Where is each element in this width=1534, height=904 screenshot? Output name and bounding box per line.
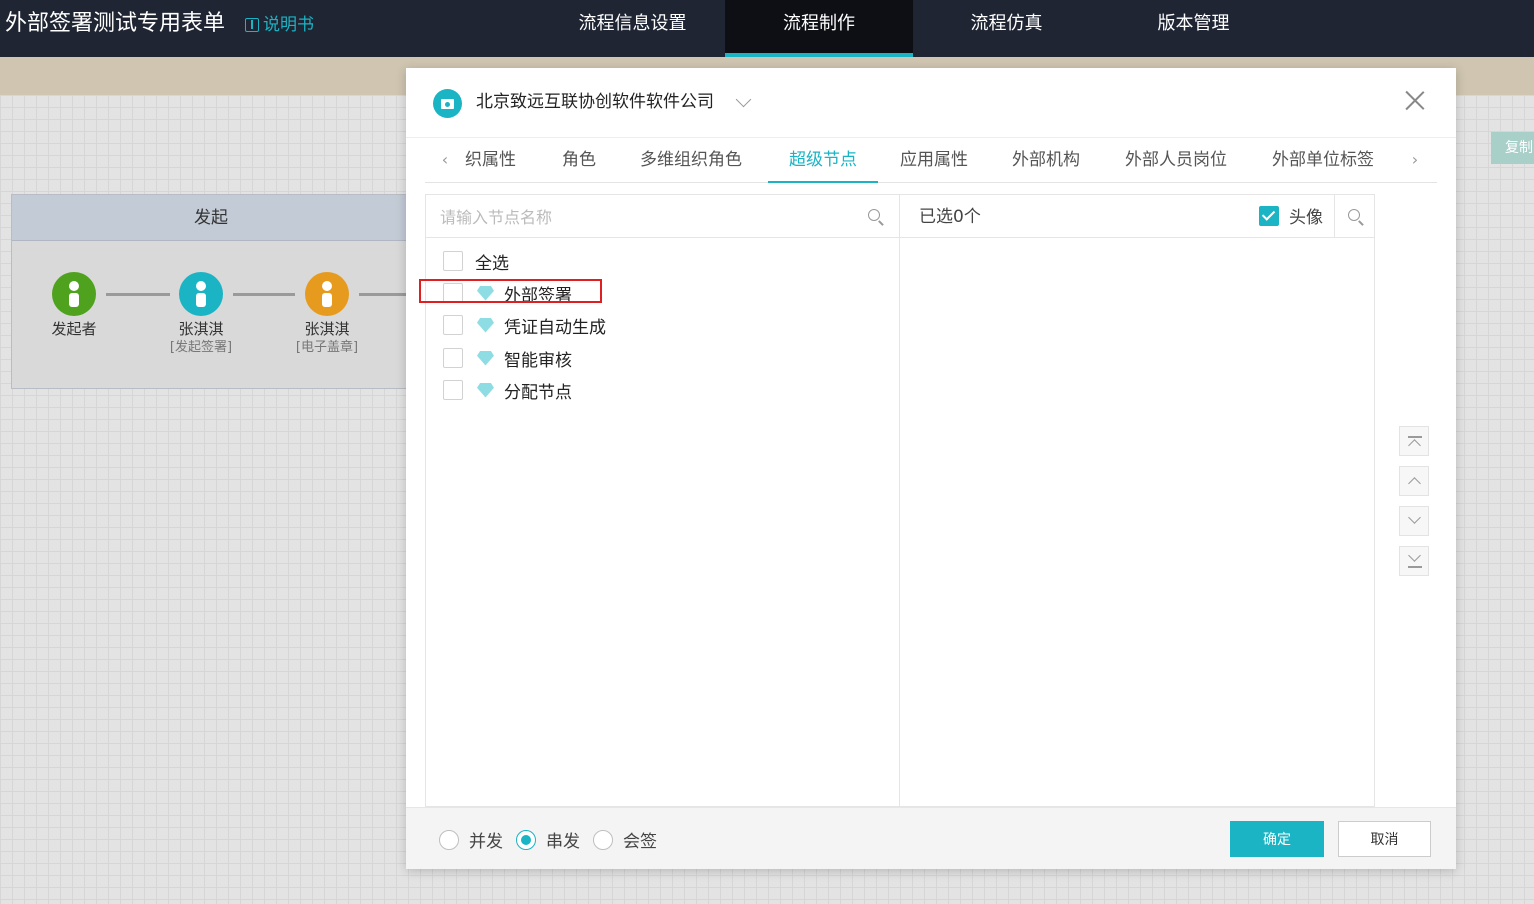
tab-external-orgs[interactable]: 外部机构 [1012, 138, 1080, 183]
chevron-down-icon [1408, 549, 1421, 562]
person-icon [52, 272, 96, 316]
nav-tab-flow-info[interactable]: 流程信息设置 [540, 0, 725, 57]
tab-app-attributes[interactable]: 应用属性 [900, 138, 968, 183]
dialog-footer: 并发 串发 会签 确定 取消 [406, 807, 1456, 869]
mode-radio-group: 并发 串发 会签 [439, 827, 670, 852]
chevron-up-icon [1408, 439, 1421, 452]
organization-icon [433, 89, 462, 118]
item-checkbox[interactable] [443, 348, 463, 368]
search-icon[interactable] [1348, 209, 1360, 221]
radio-serial[interactable] [516, 829, 536, 850]
item-label: 分配节点 [504, 382, 572, 403]
chevron-down-icon [1408, 511, 1421, 524]
tab-external-positions[interactable]: 外部人员岗位 [1125, 138, 1227, 183]
avatar-toggle[interactable]: 头像 [1259, 203, 1323, 228]
bar-icon [1408, 566, 1422, 568]
avatar-label: 头像 [1289, 208, 1323, 228]
avatar-checkbox[interactable] [1259, 205, 1279, 226]
select-all-row[interactable]: 全选 [443, 249, 509, 274]
top-bar: 外部签署测试专用表单 说明书 流程信息设置 流程制作 流程仿真 版本管理 [0, 0, 1534, 57]
radio-countersign[interactable] [593, 829, 613, 850]
node-search-input[interactable] [440, 205, 860, 229]
confirm-button[interactable]: 确定 [1230, 821, 1324, 857]
flow-node-initiator[interactable]: 发起者 [29, 272, 119, 339]
node-name: 张淇淇 [304, 320, 350, 338]
tab-super-node[interactable]: 超级节点 [768, 138, 878, 183]
node-name: 发起者 [51, 320, 97, 338]
list-item[interactable]: 智能审核 [443, 346, 572, 371]
radio-label: 并发 [469, 832, 503, 852]
tab-multi-dim-org-roles[interactable]: 多维组织角色 [640, 138, 742, 183]
node-subtitle: [电子盖章] [295, 340, 359, 355]
radio-parallel[interactable] [439, 829, 459, 850]
list-item[interactable]: 分配节点 [443, 378, 572, 403]
person-icon [305, 272, 349, 316]
item-label: 凭证自动生成 [504, 317, 606, 338]
search-icon[interactable] [868, 209, 880, 221]
form-title: 外部签署测试专用表单 [5, 11, 226, 36]
tab-org-attributes[interactable]: 织属性 [465, 138, 516, 183]
chevron-right-icon[interactable]: › [1407, 152, 1423, 168]
person-icon [179, 272, 223, 316]
move-to-bottom-button[interactable] [1399, 546, 1429, 576]
node-subtitle: [发起签署] [169, 340, 233, 355]
chevron-up-icon [1408, 477, 1421, 490]
item-checkbox[interactable] [443, 315, 463, 335]
diamond-icon [477, 382, 494, 398]
lane-title: 发起 [12, 195, 410, 241]
close-icon[interactable] [1403, 88, 1427, 112]
flow-node-e-seal[interactable]: 张淇淇 [电子盖章] [282, 272, 372, 357]
book-icon [245, 18, 259, 32]
manual-label: 说明书 [263, 15, 314, 35]
flow-node-initiate-sign[interactable]: 张淇淇 [发起签署] [156, 272, 246, 357]
manual-link[interactable]: 说明书 [245, 13, 314, 37]
nav-tab-version-management[interactable]: 版本管理 [1100, 0, 1287, 57]
divider [1334, 195, 1335, 238]
item-checkbox[interactable] [443, 380, 463, 400]
node-name: 张淇淇 [178, 320, 224, 338]
move-up-button[interactable] [1399, 466, 1429, 496]
nav-tab-flow-simulation[interactable]: 流程仿真 [913, 0, 1100, 57]
diamond-icon [477, 350, 494, 366]
selected-header: 已选0个 头像 [900, 195, 1374, 238]
item-label: 智能审核 [504, 350, 572, 371]
move-down-button[interactable] [1399, 506, 1429, 536]
list-item[interactable]: 凭证自动生成 [443, 313, 606, 338]
chevron-down-icon[interactable] [735, 91, 752, 108]
nav-tab-flow-design[interactable]: 流程制作 [725, 0, 913, 57]
select-all-checkbox[interactable] [443, 251, 463, 271]
cancel-button[interactable]: 取消 [1338, 821, 1431, 857]
dialog-header: 北京致远互联协创软件软件公司 [406, 68, 1456, 138]
node-select-dialog: 北京致远互联协创软件软件公司 ‹ 织属性 角色 多维组织角色 超级节点 应用属性… [406, 68, 1456, 869]
selected-panel: 已选0个 头像 [899, 194, 1375, 807]
radio-label: 会签 [623, 832, 657, 852]
bar-icon [1408, 436, 1422, 438]
select-all-label: 全选 [475, 253, 509, 274]
tab-roles[interactable]: 角色 [562, 138, 596, 183]
chevron-left-icon[interactable]: ‹ [437, 152, 453, 168]
node-search-row [426, 195, 899, 238]
copy-button[interactable]: 复制 [1491, 132, 1534, 164]
move-to-top-button[interactable] [1399, 426, 1429, 456]
org-selector[interactable]: 北京致远互联协创软件软件公司 [476, 90, 714, 114]
category-tabs: ‹ 织属性 角色 多维组织角色 超级节点 应用属性 外部机构 外部人员岗位 外部… [425, 138, 1437, 183]
annotation-highlight-box [419, 279, 602, 303]
tab-external-unit-tags[interactable]: 外部单位标签 [1272, 138, 1374, 183]
diamond-icon [477, 317, 494, 333]
radio-label: 串发 [546, 832, 580, 852]
selected-count: 已选0个 [919, 207, 981, 227]
